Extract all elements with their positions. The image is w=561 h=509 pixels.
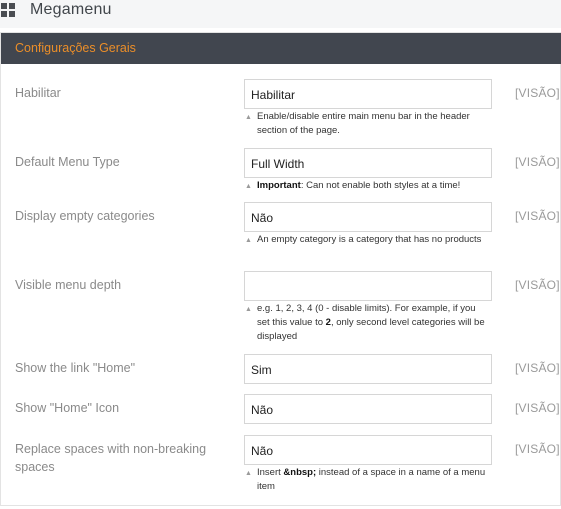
note-text-before: Insert	[257, 467, 284, 478]
panel-header[interactable]: Configurações Gerais	[1, 33, 561, 64]
triangle-up-icon: ▲	[245, 470, 252, 477]
note-bold: Important	[257, 180, 301, 191]
scope-label: [VISÃO]	[515, 209, 560, 223]
nbsp-select[interactable]: Não	[244, 435, 492, 465]
page-header: Megamenu	[0, 0, 561, 28]
scope-label: [VISÃO]	[515, 86, 560, 100]
scope-label: [VISÃO]	[515, 442, 560, 456]
setting-note: ▲ Important: Can not enable both styles …	[245, 179, 489, 193]
note-text: An empty category is a category that has…	[257, 234, 482, 245]
triangle-up-icon: ▲	[245, 114, 252, 121]
setting-label: Visible menu depth	[15, 278, 122, 292]
setting-label: Show the link "Home"	[15, 361, 136, 375]
scope-label: [VISÃO]	[515, 155, 560, 169]
setting-label: Habilitar	[15, 86, 61, 100]
setting-label: Show "Home" Icon	[15, 401, 120, 415]
triangle-up-icon: ▲	[245, 306, 252, 313]
setting-label: Display empty categories	[15, 209, 155, 223]
note-text: Enable/disable entire main menu bar in t…	[257, 111, 470, 136]
settings-panel: Configurações Gerais Habilitar Habilitar…	[0, 32, 561, 506]
scope-label: [VISÃO]	[515, 401, 560, 415]
setting-note: ▲ e.g. 1, 2, 3, 4 (0 - disable limits). …	[245, 302, 489, 344]
setting-label: Replace spaces with non-breaking spaces	[15, 442, 207, 474]
menu-type-select[interactable]: Full Width	[244, 148, 492, 178]
setting-note: ▲ Enable/disable entire main menu bar in…	[245, 110, 489, 138]
home-link-select[interactable]: Sim	[244, 354, 492, 384]
setting-note: ▲ Insert &nbsp; instead of a space in a …	[245, 466, 489, 494]
grid-icon	[1, 3, 15, 17]
setting-note: ▲ An empty category is a category that h…	[245, 233, 489, 247]
page-title: Megamenu	[30, 1, 112, 18]
setting-label: Default Menu Type	[15, 155, 120, 169]
panel-title: Configurações Gerais	[15, 41, 136, 55]
scope-label: [VISÃO]	[515, 361, 560, 375]
note-bold: &nbsp;	[283, 467, 317, 478]
note-text: : Can not enable both styles at a time!	[300, 180, 461, 191]
home-icon-select[interactable]: Não	[244, 394, 492, 424]
triangle-up-icon: ▲	[245, 237, 252, 244]
scope-label: [VISÃO]	[515, 278, 560, 292]
menu-depth-input[interactable]	[244, 271, 492, 301]
empty-categories-select[interactable]: Não	[244, 202, 492, 232]
enable-select[interactable]: Habilitar	[244, 79, 492, 109]
triangle-up-icon: ▲	[245, 183, 252, 190]
